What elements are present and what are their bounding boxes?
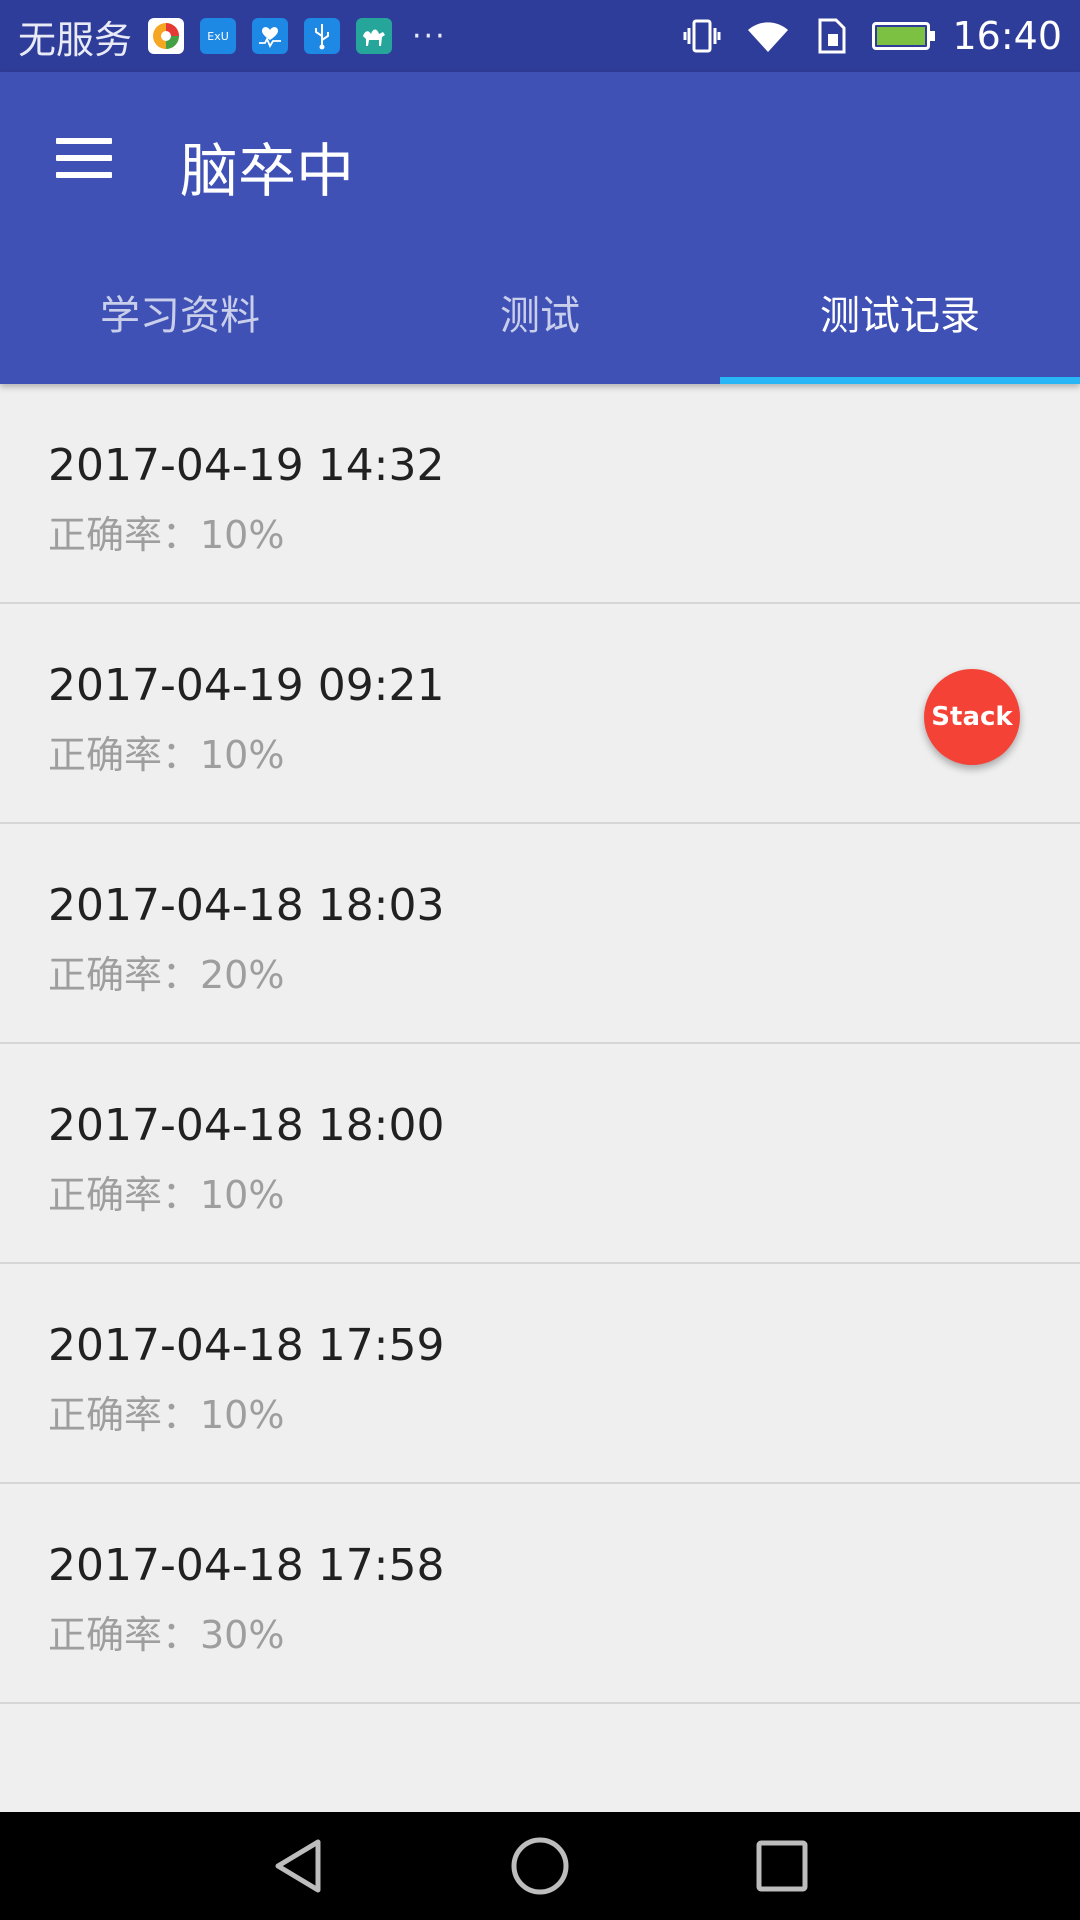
list-item[interactable]: 2017-04-18 17:58 正确率：30%	[0, 1484, 1080, 1704]
navigation-bar	[0, 1812, 1080, 1920]
page-title: 脑卒中	[180, 137, 355, 205]
menu-icon-line	[56, 138, 112, 144]
wifi-icon	[748, 22, 789, 52]
status-bar-left: 无服务 ExU ···	[18, 9, 447, 64]
screen: 无服务 ExU ··· 16:40 脑卒中 学习资料 测试 测试记录 2017-…	[0, 0, 1080, 1920]
recents-square-icon	[756, 1840, 808, 1892]
tab-test[interactable]: 测试	[360, 240, 720, 384]
status-time: 16:40	[952, 14, 1062, 58]
usb-icon	[304, 18, 341, 54]
record-datetime: 2017-04-18 17:59	[48, 1320, 445, 1371]
record-accuracy: 正确率：10%	[48, 1393, 285, 1437]
record-accuracy: 正确率：30%	[48, 1613, 285, 1657]
tab-test-records[interactable]: 测试记录	[720, 240, 1080, 384]
app-bar: 脑卒中 学习资料 测试 测试记录	[0, 72, 1080, 384]
record-datetime: 2017-04-19 14:32	[48, 440, 445, 491]
menu-icon-line	[56, 172, 112, 178]
record-datetime: 2017-04-19 09:21	[48, 660, 445, 711]
exu-app-label: ExU	[207, 29, 229, 43]
record-datetime: 2017-04-18 18:03	[48, 880, 445, 931]
recents-button[interactable]	[746, 1830, 818, 1902]
back-triangle-icon	[275, 1839, 321, 1893]
record-accuracy: 正确率：20%	[48, 953, 285, 997]
record-datetime: 2017-04-18 18:00	[48, 1100, 445, 1151]
health-app-icon	[252, 18, 289, 54]
record-accuracy: 正确率：10%	[48, 513, 285, 557]
menu-icon-line	[56, 155, 112, 161]
carrier-text: 无服务	[18, 17, 133, 62]
tab-indicator	[720, 377, 1080, 384]
list-item[interactable]: 2017-04-19 14:32 正确率：10%	[0, 384, 1080, 604]
sim-card-icon	[818, 18, 846, 54]
record-datetime: 2017-04-18 17:58	[48, 1540, 445, 1591]
browser-app-icon	[148, 18, 185, 54]
status-bar: 无服务 ExU ··· 16:40	[0, 0, 1080, 72]
exu-app-icon: ExU	[200, 18, 237, 54]
home-button[interactable]	[504, 1830, 576, 1902]
toolbar: 脑卒中	[0, 72, 1080, 240]
tab-bar: 学习资料 测试 测试记录	[0, 240, 1080, 384]
tab-label: 测试记录	[820, 293, 980, 339]
record-accuracy: 正确率：10%	[48, 1173, 285, 1217]
tab-study-materials[interactable]: 学习资料	[0, 240, 360, 384]
camel-app-icon	[356, 18, 393, 54]
home-circle-icon	[511, 1837, 569, 1895]
list-item[interactable]: 2017-04-18 18:03 正确率：20%	[0, 824, 1080, 1044]
tab-label: 测试	[500, 293, 580, 339]
list-item[interactable]: 2017-04-18 17:59 正确率：10%	[0, 1264, 1080, 1484]
record-accuracy: 正确率：10%	[48, 733, 285, 777]
tab-label: 学习资料	[100, 293, 260, 339]
battery-icon	[872, 22, 936, 50]
vibrate-icon	[683, 19, 721, 53]
status-bar-right: 16:40	[682, 14, 1062, 58]
back-button[interactable]	[262, 1830, 334, 1902]
menu-icon[interactable]	[56, 138, 112, 178]
more-notifications-icon: ···	[412, 18, 447, 54]
stack-button[interactable]: Stack	[924, 669, 1020, 765]
list-item[interactable]: 2017-04-19 09:21 正确率：10%	[0, 604, 1080, 824]
battery-level	[877, 27, 926, 45]
test-records-list: 2017-04-19 14:32 正确率：10% 2017-04-19 09:2…	[0, 384, 1080, 1704]
list-item[interactable]: 2017-04-18 18:00 正确率：10%	[0, 1044, 1080, 1264]
